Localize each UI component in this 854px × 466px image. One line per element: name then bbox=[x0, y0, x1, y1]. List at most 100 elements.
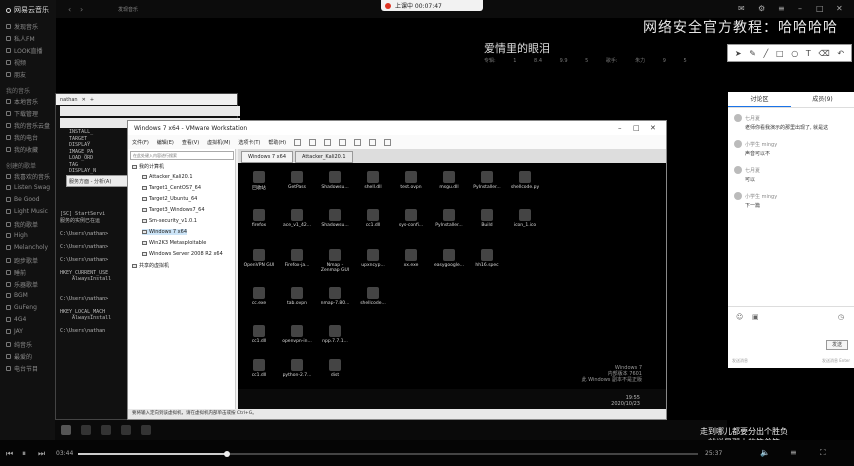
sidebar-playlist-item[interactable]: Light Music bbox=[6, 208, 48, 215]
recording-bar[interactable]: 上课中 00:07:47 bbox=[381, 0, 483, 11]
small-dialog[interactable]: 服务方面 - 分析(A) bbox=[66, 175, 132, 187]
guest-desktop[interactable]: 回收站 GetPass Shadowsu... shell.dll test.ovpn m… bbox=[238, 163, 666, 418]
explorer-icon[interactable] bbox=[81, 425, 91, 435]
sidebar-playlist-item[interactable]: 4G4 bbox=[6, 316, 26, 323]
sidebar-playlist-item[interactable]: 电台节目 bbox=[6, 364, 38, 373]
snapshot-icon[interactable] bbox=[309, 138, 317, 146]
vmware-window[interactable]: Windows 7 x64 - VMware Workstation – □ ✕… bbox=[127, 120, 667, 420]
menu-icon[interactable]: ≡ bbox=[778, 4, 785, 13]
manage-snapshot-icon[interactable] bbox=[339, 138, 347, 146]
desktop-icon[interactable]: nmap-7.80... bbox=[318, 287, 352, 306]
volume-icon[interactable]: 🔈 bbox=[760, 448, 770, 457]
sidebar-mine-item[interactable]: 本地音乐 bbox=[6, 97, 38, 106]
desktop-icon[interactable]: xx.exe bbox=[394, 249, 428, 268]
sidebar-mine-item[interactable]: 我的音乐云盘 bbox=[6, 121, 50, 130]
desktop-icon[interactable]: ace_v1_42... bbox=[280, 209, 314, 228]
settings-icon[interactable]: ⚙ bbox=[758, 4, 765, 13]
desktop-icon[interactable]: openvpn-in... bbox=[280, 325, 314, 344]
tab-windows7[interactable]: Windows 7 x64 bbox=[241, 151, 294, 163]
sidebar-playlist-item[interactable]: 纯音乐 bbox=[6, 340, 32, 349]
emoji-icon[interactable]: ☺ bbox=[736, 313, 743, 321]
desktop-icon[interactable]: sys-confi... bbox=[394, 209, 428, 228]
unity-icon[interactable] bbox=[369, 138, 377, 146]
tree-vm[interactable]: Target1_CentOS7_64 bbox=[142, 185, 201, 191]
sidebar-nav-item[interactable]: 发现音乐 bbox=[6, 22, 38, 31]
desktop-icon[interactable]: Shadowsu... bbox=[318, 171, 352, 190]
history-icon[interactable]: ◷ bbox=[838, 313, 844, 321]
rectangle-icon[interactable]: □ bbox=[776, 49, 784, 58]
send-button[interactable]: 发送 bbox=[826, 340, 848, 350]
desktop-icon[interactable]: Build bbox=[470, 209, 504, 228]
desktop-icon[interactable]: test.ovpn bbox=[394, 171, 428, 190]
tree-vm[interactable]: Target3_Windows7_64 bbox=[142, 207, 205, 213]
desktop-icon[interactable]: shell.dll bbox=[356, 171, 390, 190]
desktop-icon[interactable]: shellcode.py bbox=[508, 171, 542, 190]
tree-vm-selected[interactable]: Windows 7 x64 bbox=[142, 229, 188, 235]
sidebar-playlist-item[interactable]: 乐器歌单 bbox=[6, 280, 38, 289]
next-icon[interactable]: ⏭ bbox=[38, 449, 45, 459]
tree-vm[interactable]: Attacker_Kali20.1 bbox=[142, 174, 193, 180]
revert-icon[interactable] bbox=[324, 138, 332, 146]
sidebar-playlist-item[interactable]: Be Good bbox=[6, 196, 40, 203]
progress-knob[interactable] bbox=[223, 451, 230, 457]
desktop-icon[interactable]: dist bbox=[318, 359, 352, 378]
tree-vm[interactable]: Win2K3 Metasploitable bbox=[142, 240, 206, 246]
tree-vm[interactable]: Target2_Ubuntu_64 bbox=[142, 196, 197, 202]
undo-icon[interactable]: ↶ bbox=[837, 49, 844, 58]
tab-discussion[interactable]: 讨论区 bbox=[728, 92, 791, 107]
sidebar-playlist-item[interactable]: BGM bbox=[6, 292, 28, 299]
desktop-icon[interactable]: shellcode... bbox=[356, 287, 390, 306]
progress-bar[interactable] bbox=[78, 451, 698, 457]
desktop-icon[interactable]: easygoogle... bbox=[432, 249, 466, 268]
sidebar-nav-item[interactable]: 朋友 bbox=[6, 70, 26, 79]
sidebar-playlist-item[interactable]: High bbox=[6, 232, 28, 239]
forward-icon[interactable]: › bbox=[80, 5, 83, 14]
desktop-icon[interactable]: 回收站 bbox=[242, 171, 276, 191]
ellipse-icon[interactable]: ○ bbox=[791, 49, 798, 58]
sidebar-playlist-item[interactable]: GuFeng bbox=[6, 304, 37, 311]
sidebar-playlist-item[interactable]: 最爱的 bbox=[6, 352, 32, 361]
console-view-icon[interactable] bbox=[384, 138, 392, 146]
tree-vm[interactable]: Windows Server 2008 R2 x64 bbox=[142, 251, 223, 257]
desktop-icon[interactable]: OpenVPN GUI bbox=[242, 249, 276, 268]
fullscreen-icon[interactable]: ⛶ bbox=[820, 448, 826, 458]
desktop-icon[interactable]: cc1.dll bbox=[242, 359, 276, 378]
add-tab-icon[interactable]: + bbox=[90, 97, 94, 103]
menu-tabs[interactable]: 选项卡(T) bbox=[238, 139, 260, 146]
desktop-icon[interactable]: Nmap - Zenmap GUI bbox=[318, 249, 352, 273]
desktop-icon[interactable]: cc.exe bbox=[242, 287, 276, 306]
sidebar-mine-item[interactable]: 我的电台 bbox=[6, 133, 38, 142]
menu-file[interactable]: 文件(F) bbox=[132, 139, 149, 146]
desktop-icon[interactable]: Firefox-ja... bbox=[280, 249, 314, 268]
minimize-icon[interactable]: – bbox=[618, 124, 622, 132]
sidebar-mine-item[interactable]: 我的收藏 bbox=[6, 145, 38, 154]
maximize-icon[interactable]: □ bbox=[633, 124, 640, 132]
sidebar-playlist-item[interactable]: Melancholy bbox=[6, 244, 48, 251]
pointer-icon[interactable]: ➤ bbox=[735, 49, 742, 58]
close-icon[interactable]: ✕ bbox=[82, 97, 86, 103]
menu-help[interactable]: 帮助(H) bbox=[268, 139, 286, 146]
sidebar-playlist-item[interactable]: Listen Swag bbox=[6, 184, 50, 191]
vmware-icon[interactable] bbox=[141, 425, 151, 435]
chat-input-area[interactable]: ☺ ▣ ◷ 发送 发送消息 发送消息 Enter bbox=[728, 306, 854, 368]
menu-vm[interactable]: 虚拟机(M) bbox=[207, 139, 230, 146]
sidebar-playlist-item[interactable]: 跑步歌单 bbox=[6, 256, 38, 265]
desktop-icon[interactable]: msgu.dll bbox=[432, 171, 466, 190]
tab-members[interactable]: 成员(9) bbox=[791, 92, 854, 107]
play-icon[interactable] bbox=[294, 138, 302, 146]
back-icon[interactable]: ‹ bbox=[68, 5, 71, 14]
sidebar-nav-item[interactable]: LOOK直播 bbox=[6, 46, 43, 55]
eraser-icon[interactable]: ⌫ bbox=[818, 49, 829, 58]
sidebar-playlist-item[interactable]: 我的歌单 bbox=[6, 220, 38, 229]
desktop-icon[interactable]: PyInstaller... bbox=[470, 171, 504, 190]
close-icon[interactable]: ✕ bbox=[836, 4, 843, 13]
menu-view[interactable]: 查看(V) bbox=[182, 139, 199, 146]
pen-icon[interactable]: ✎ bbox=[749, 49, 756, 58]
desktop-icon[interactable]: firefox bbox=[242, 209, 276, 228]
line-icon[interactable]: ╱ bbox=[764, 49, 769, 58]
desktop-icon[interactable]: npp.7.7.1... bbox=[318, 325, 352, 344]
topbar-tab[interactable]: 发现音乐 bbox=[118, 6, 138, 13]
sidebar-playlist-item[interactable]: JAY bbox=[6, 328, 23, 335]
tab-kali[interactable]: Attacker_Kali20.1 bbox=[295, 151, 353, 163]
library-search-input[interactable] bbox=[130, 151, 234, 160]
